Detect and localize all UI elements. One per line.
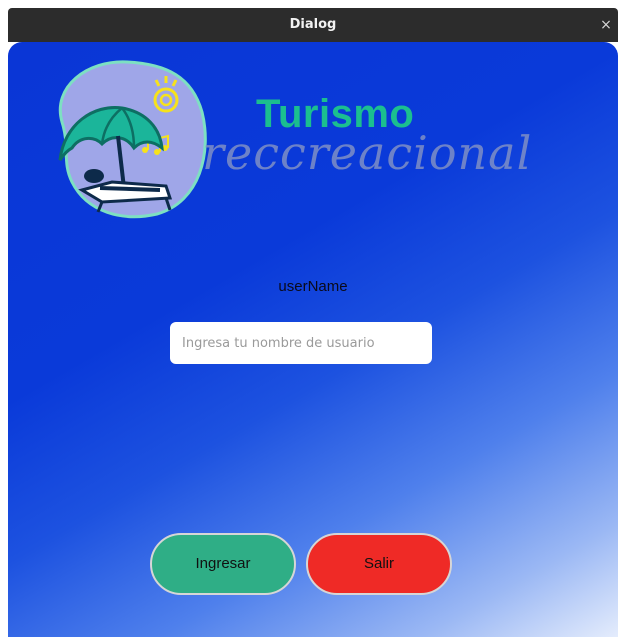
dialog-window: Dialog × Turismo reccreacional userName … (8, 8, 618, 637)
dialog-content: Turismo reccreacional userName Ingresar … (8, 42, 618, 637)
brand-subtitle: reccreacional (202, 126, 533, 180)
window-title: Dialog (289, 17, 337, 32)
close-icon[interactable]: × (596, 8, 616, 42)
ingresar-button[interactable]: Ingresar (150, 533, 296, 595)
salir-button[interactable]: Salir (306, 533, 452, 595)
username-input[interactable] (170, 322, 432, 364)
title-bar[interactable]: Dialog × (8, 8, 618, 42)
beach-umbrella-icon (58, 60, 207, 219)
username-label: userName (278, 278, 348, 295)
